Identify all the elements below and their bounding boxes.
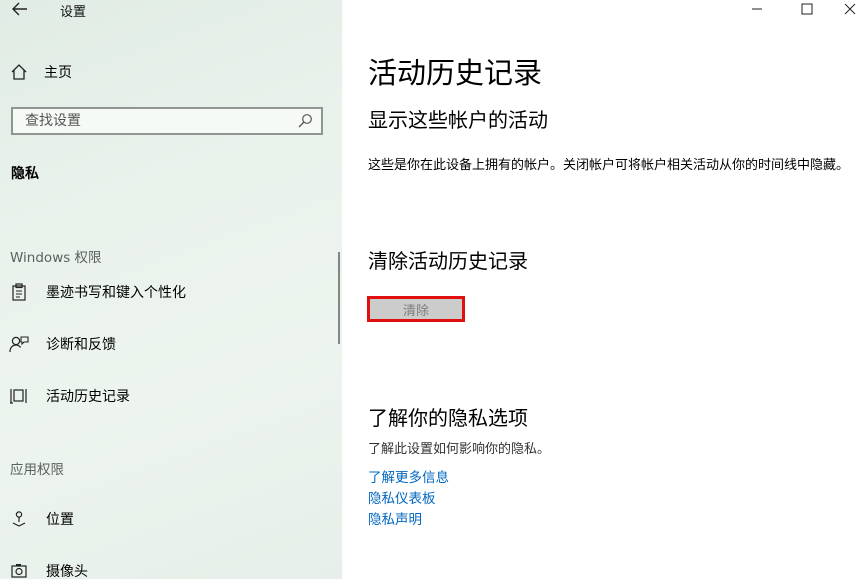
- sidebar-scrollbar[interactable]: [338, 252, 340, 344]
- sidebar-item-label: 活动历史记录: [46, 389, 130, 405]
- category-title: 隐私: [11, 166, 39, 182]
- privacy-dashboard-link[interactable]: 隐私仪表板: [368, 487, 436, 507]
- sidebar-item-label: 诊断和反馈: [46, 337, 116, 353]
- main-content: 活动历史记录 显示这些帐户的活动 这些是你在此设备上拥有的帐户。关闭帐户可将帐户…: [342, 0, 865, 579]
- sidebar-item-label: 摄像头: [46, 564, 88, 579]
- section-heading-windows-permissions: Windows 权限: [10, 250, 102, 266]
- sidebar-item-label: 位置: [46, 512, 74, 528]
- clipboard-icon: [8, 281, 30, 303]
- title-bar: 设置: [0, 0, 342, 22]
- clear-button[interactable]: 清除: [367, 296, 465, 322]
- sidebar-item-camera[interactable]: 摄像头: [8, 558, 328, 579]
- app-title: 设置: [60, 5, 87, 20]
- learn-more-link[interactable]: 了解更多信息: [368, 466, 449, 486]
- close-icon: [844, 3, 856, 15]
- show-accounts-description: 这些是你在此设备上拥有的帐户。关闭帐户可将帐户相关活动从你的时间线中隐藏。: [368, 158, 850, 173]
- show-accounts-heading: 显示这些帐户的活动: [368, 108, 548, 132]
- sidebar-item-home[interactable]: 主页: [10, 60, 330, 84]
- clear-history-heading: 清除活动历史记录: [368, 249, 528, 273]
- close-button[interactable]: [835, 0, 865, 18]
- sidebar-item-label: 主页: [44, 65, 72, 81]
- search-box: [11, 107, 323, 135]
- maximize-icon: [801, 3, 813, 15]
- sidebar-item-activity-history[interactable]: 活动历史记录: [8, 383, 328, 409]
- privacy-statement-link[interactable]: 隐私声明: [368, 508, 422, 528]
- camera-icon: [8, 560, 30, 579]
- privacy-options-heading: 了解你的隐私选项: [368, 406, 528, 430]
- feedback-icon: [8, 333, 30, 355]
- back-button[interactable]: [8, 0, 32, 20]
- sidebar: 设置 主页 隐私 Windows 权限 墨迹书写和键入个性化: [0, 0, 342, 579]
- location-icon: [8, 508, 30, 530]
- sidebar-item-location[interactable]: 位置: [8, 506, 328, 532]
- page-title: 活动历史记录: [368, 56, 543, 90]
- section-heading-app-permissions: 应用权限: [10, 462, 64, 478]
- back-arrow-icon: [12, 2, 27, 16]
- sidebar-item-inking-typing[interactable]: 墨迹书写和键入个性化: [8, 279, 328, 305]
- search-icon[interactable]: [295, 111, 315, 131]
- sidebar-item-label: 墨迹书写和键入个性化: [46, 285, 186, 301]
- search-input[interactable]: [23, 112, 295, 130]
- privacy-options-description: 了解此设置如何影响你的隐私。: [368, 442, 551, 457]
- minimize-icon: [752, 8, 762, 10]
- timeline-icon: [8, 385, 30, 407]
- minimize-button[interactable]: [742, 0, 772, 18]
- maximize-button[interactable]: [792, 0, 822, 18]
- sidebar-item-diagnostics-feedback[interactable]: 诊断和反馈: [8, 331, 328, 357]
- home-icon: [11, 64, 27, 80]
